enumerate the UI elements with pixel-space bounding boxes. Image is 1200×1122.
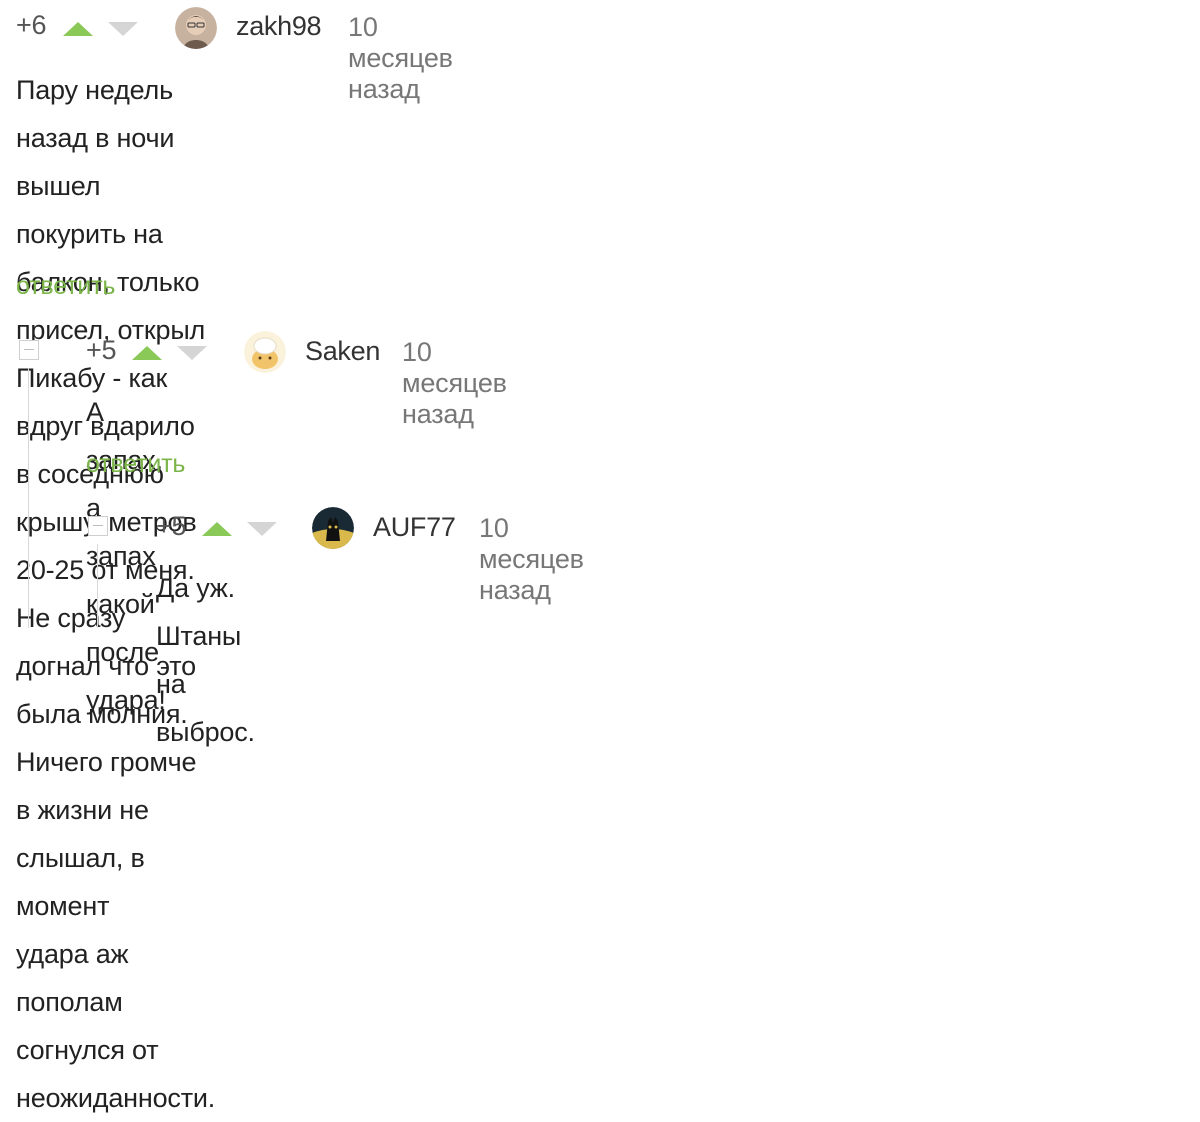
- comment-text: Да уж. Штаны на выброс.: [156, 564, 255, 756]
- avatar[interactable]: [244, 331, 286, 373]
- vote-up-icon[interactable]: [63, 22, 93, 36]
- rating: +5: [156, 511, 187, 541]
- vote-down-icon[interactable]: [177, 346, 207, 360]
- comment-line: удара аж пополам согнулся от неожиданнос…: [16, 939, 216, 1113]
- vote-up-icon[interactable]: [202, 522, 232, 536]
- avatar[interactable]: [175, 7, 217, 49]
- rating: +6: [16, 10, 47, 40]
- username[interactable]: AUF77: [373, 512, 456, 543]
- collapse-icon[interactable]: [88, 516, 108, 536]
- comment-line: Да уж. Штаны на выброс.: [156, 573, 255, 747]
- username[interactable]: Saken: [305, 336, 380, 367]
- timestamp: 10 месяцев назад: [402, 337, 507, 429]
- vote-up-icon[interactable]: [132, 346, 162, 360]
- vote-down-icon[interactable]: [108, 22, 138, 36]
- timestamp: 10 месяцев назад: [348, 12, 453, 104]
- collapse-icon[interactable]: [19, 340, 39, 360]
- reply-link[interactable]: ответить: [86, 450, 185, 479]
- comment-line: Пару недель назад в ночи вышел покурить …: [16, 75, 206, 345]
- username[interactable]: zakh98: [236, 11, 322, 42]
- timestamp: 10 месяцев назад: [479, 513, 584, 605]
- vote-down-icon[interactable]: [247, 522, 277, 536]
- rating: +5: [86, 335, 117, 365]
- avatar[interactable]: [312, 507, 354, 549]
- thread-line: [97, 544, 98, 628]
- reply-link[interactable]: ответить: [16, 272, 115, 301]
- thread-line: [28, 368, 29, 628]
